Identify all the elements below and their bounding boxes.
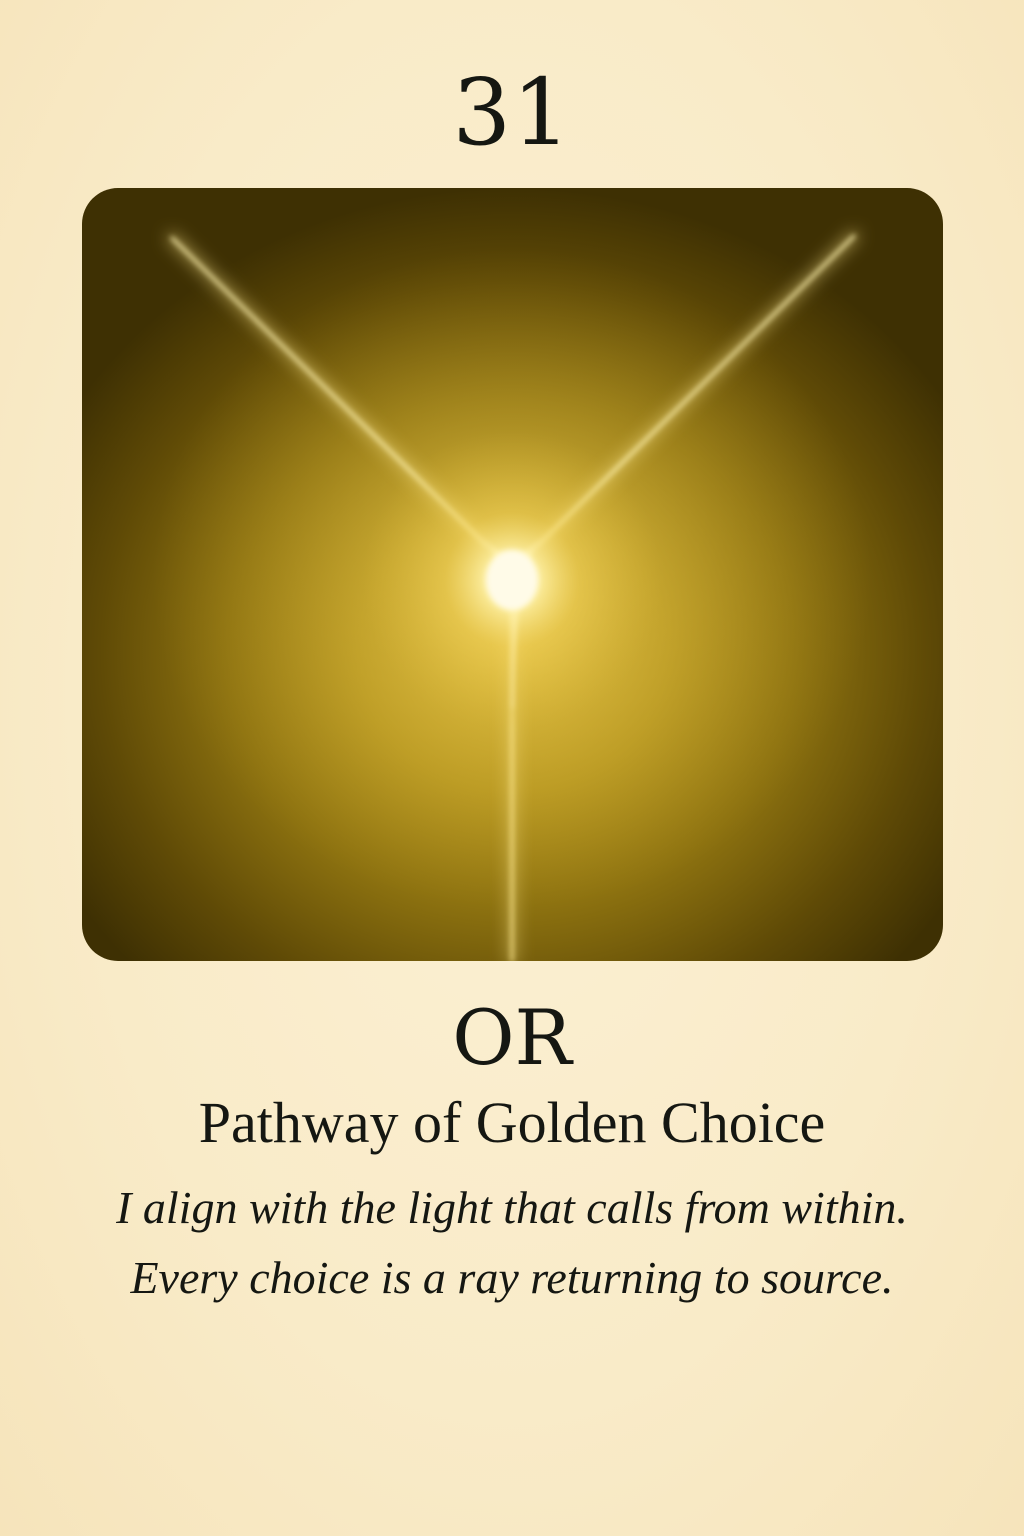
card-name: OR — [452, 993, 572, 1082]
card-artwork — [82, 188, 943, 961]
card-subtitle: Pathway of Golden Choice — [198, 1090, 826, 1155]
affirmation-line: Every choice is a ray returning to sourc… — [130, 1252, 894, 1303]
card-number: 31 — [452, 59, 572, 166]
oracle-card: 31 OR Pathway of Golden Choice I align w… — [0, 0, 1024, 1536]
affirmation-line: I align with the light that calls from w… — [116, 1182, 908, 1233]
glowing-y-light-icon — [152, 231, 872, 961]
